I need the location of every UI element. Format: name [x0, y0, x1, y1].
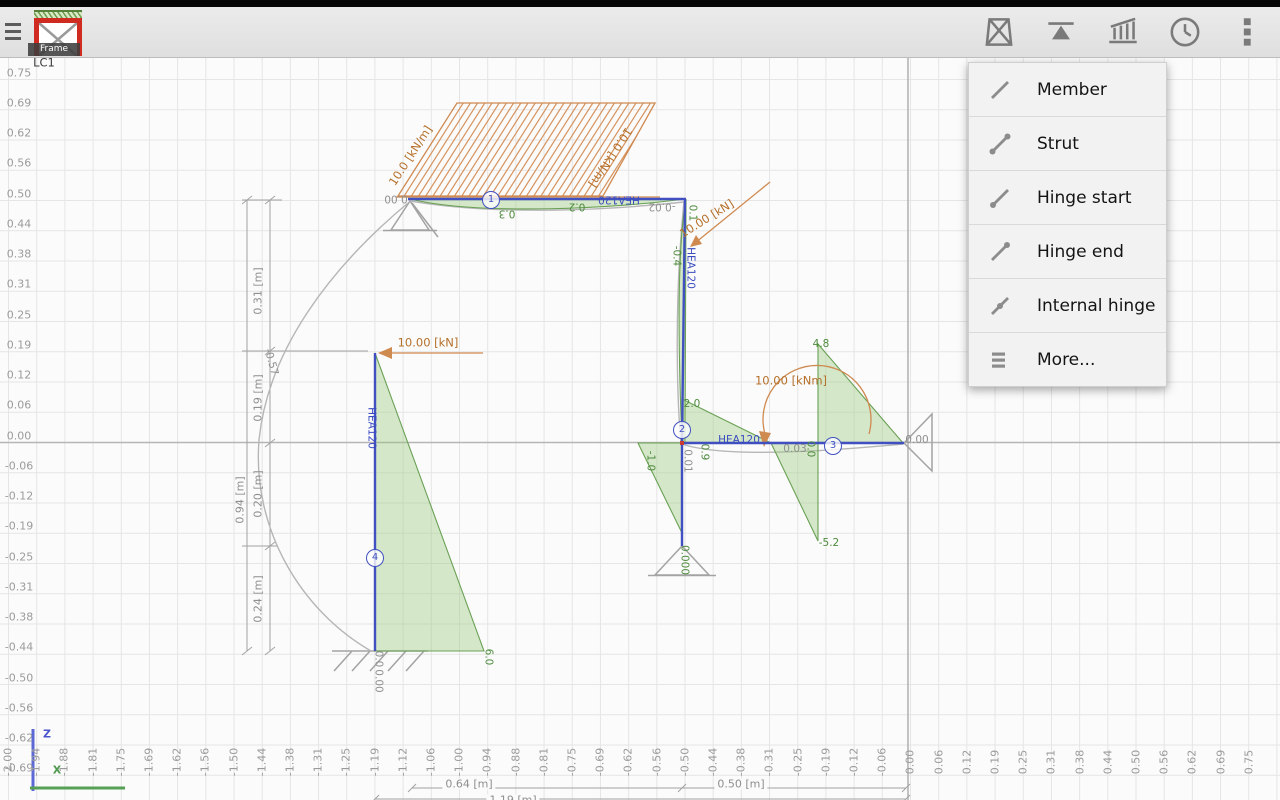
- menu-item-label: Hinge end: [1037, 242, 1124, 262]
- overflow-menu-icon: [1228, 13, 1266, 51]
- menu-item-internal-hinge[interactable]: Internal hinge: [969, 278, 1166, 332]
- strut-icon: [987, 131, 1013, 157]
- insert-menu-rows: Member Strut Hinge start Hinge end Internal …: [969, 63, 1166, 386]
- menu-item-hinge-end[interactable]: Hinge end: [969, 224, 1166, 278]
- support-tool-button[interactable]: [1030, 7, 1092, 57]
- menu-item-label: Internal hinge: [1037, 296, 1155, 316]
- action-bar: Frame: [0, 0, 1280, 58]
- clock-icon: [1166, 13, 1204, 51]
- menu-item-label: Strut: [1037, 134, 1079, 154]
- frame-tool-icon: [980, 13, 1018, 51]
- frame-tool-button[interactable]: [968, 7, 1030, 57]
- menu-item-label: Hinge start: [1037, 188, 1132, 208]
- load-tool-button[interactable]: [1092, 7, 1154, 57]
- frame-design-app: 0.750.690.620.560.500.440.380.310.250.19…: [0, 0, 1280, 800]
- more-icon: [987, 347, 1013, 373]
- menu-item-more[interactable]: More...: [969, 332, 1166, 386]
- app-icon-label: Frame: [28, 43, 80, 56]
- history-tool-button[interactable]: [1154, 7, 1216, 57]
- app-icon[interactable]: Frame: [28, 10, 84, 56]
- internal-hinge-icon: [987, 293, 1013, 319]
- support-tool-icon: [1042, 13, 1080, 51]
- hinge-end-icon: [987, 239, 1013, 265]
- menu-item-hinge-start[interactable]: Hinge start: [969, 170, 1166, 224]
- menu-item-label: More...: [1037, 350, 1095, 370]
- toolbar: [968, 7, 1278, 57]
- member-icon: [987, 77, 1013, 103]
- drawer-handle-icon[interactable]: [5, 19, 25, 45]
- menu-item-strut[interactable]: Strut: [969, 116, 1166, 170]
- insert-menu: Member Strut Hinge start Hinge end Internal …: [968, 62, 1167, 387]
- menu-item-member[interactable]: Member: [969, 63, 1166, 116]
- hinge-start-icon: [987, 185, 1013, 211]
- overflow-menu-button[interactable]: [1216, 7, 1278, 57]
- top-strip: [0, 0, 1280, 7]
- load-tool-icon: [1104, 13, 1142, 51]
- menu-item-label: Member: [1037, 80, 1107, 100]
